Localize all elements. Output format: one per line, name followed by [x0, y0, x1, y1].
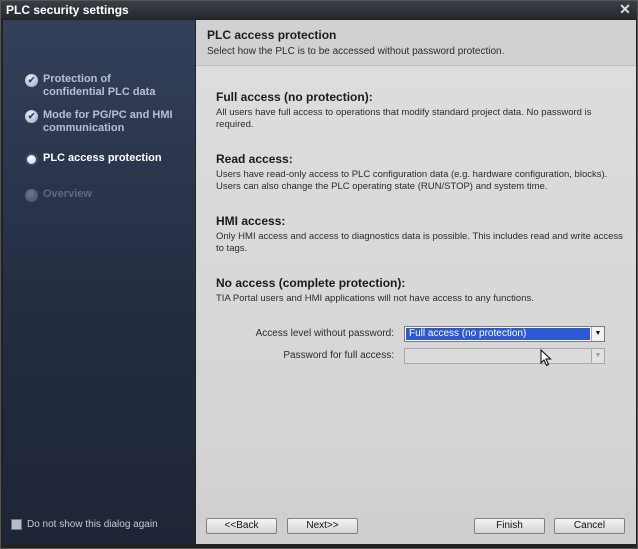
- panel-header: PLC access protection Select how the PLC…: [196, 20, 636, 66]
- password-value: [406, 350, 590, 362]
- sidebar-item-overview[interactable]: Overview: [25, 188, 92, 202]
- dont-show-again-label: Do not show this dialog again: [27, 519, 158, 530]
- check-icon: ✔: [25, 74, 38, 87]
- inactive-step-icon: [25, 189, 38, 202]
- page-title: PLC access protection: [207, 28, 337, 42]
- main-panel: PLC access protection Select how the PLC…: [196, 20, 636, 544]
- option-description: Users have read-only access to PLC confi…: [216, 169, 608, 192]
- dont-show-again-checkbox[interactable]: [11, 519, 22, 530]
- option-hmi-access: HMI access: Only HMI access and access t…: [216, 214, 626, 254]
- next-button[interactable]: Next>>: [287, 518, 358, 534]
- password-label: Password for full access:: [283, 350, 394, 361]
- option-description: Only HMI access and access to diagnostic…: [216, 231, 623, 254]
- chevron-down-icon: ▼: [591, 349, 604, 363]
- option-title: Read access:: [216, 152, 293, 166]
- plc-security-dialog: PLC security settings ✕ ✔ Protection of …: [0, 0, 638, 549]
- sidebar-item-plc-access-protection[interactable]: PLC access protection: [25, 152, 162, 166]
- access-level-label: Access level without password:: [255, 328, 394, 339]
- chevron-down-icon[interactable]: ▼: [591, 327, 604, 341]
- password-row: Password for full access: ▼: [196, 348, 636, 364]
- access-level-value: Full access (no protection): [406, 328, 590, 340]
- option-title: HMI access:: [216, 214, 286, 228]
- window-title: PLC security settings: [6, 3, 129, 17]
- active-step-icon: [25, 153, 38, 166]
- sidebar-item-label: PLC access protection: [43, 152, 162, 164]
- close-icon[interactable]: ✕: [617, 2, 633, 17]
- title-bar: PLC security settings ✕: [1, 1, 637, 19]
- option-title: Full access (no protection):: [216, 90, 373, 104]
- access-level-select[interactable]: Full access (no protection) ▼: [404, 326, 605, 342]
- check-icon: ✔: [25, 110, 38, 123]
- option-title: No access (complete protection):: [216, 276, 406, 290]
- sidebar-item-label: confidential PLC data: [43, 86, 156, 98]
- sidebar-item-label: Mode for PG/PC and HMI: [43, 109, 173, 121]
- button-bar: <<Back Next>> Finish Cancel: [196, 510, 636, 544]
- access-level-row: Access level without password: Full acce…: [196, 326, 636, 342]
- finish-button[interactable]: Finish: [474, 518, 545, 534]
- back-button[interactable]: <<Back: [206, 518, 277, 534]
- sidebar-item-label: Protection of: [43, 73, 111, 85]
- wizard-sidebar: ✔ Protection of confidential PLC data ✔ …: [3, 20, 195, 544]
- option-description: TIA Portal users and HMI applications wi…: [216, 293, 534, 304]
- sidebar-item-label: Overview: [43, 188, 92, 200]
- mouse-cursor-icon: [540, 349, 552, 367]
- option-full-access: Full access (no protection): All users h…: [216, 90, 626, 130]
- option-read-access: Read access: Users have read-only access…: [216, 152, 626, 192]
- cancel-button[interactable]: Cancel: [554, 518, 625, 534]
- option-description: All users have full access to operations…: [216, 107, 592, 130]
- dont-show-again-option[interactable]: Do not show this dialog again: [11, 519, 158, 530]
- sidebar-item-label: communication: [43, 122, 125, 134]
- page-subtitle: Select how the PLC is to be accessed wit…: [207, 46, 505, 57]
- password-field[interactable]: ▼: [404, 348, 605, 364]
- sidebar-item-pg-pc-hmi-mode[interactable]: ✔ Mode for PG/PC and HMI communication: [25, 109, 173, 135]
- option-no-access: No access (complete protection): TIA Por…: [216, 276, 626, 305]
- sidebar-item-protection-confidential[interactable]: ✔ Protection of confidential PLC data: [25, 73, 155, 99]
